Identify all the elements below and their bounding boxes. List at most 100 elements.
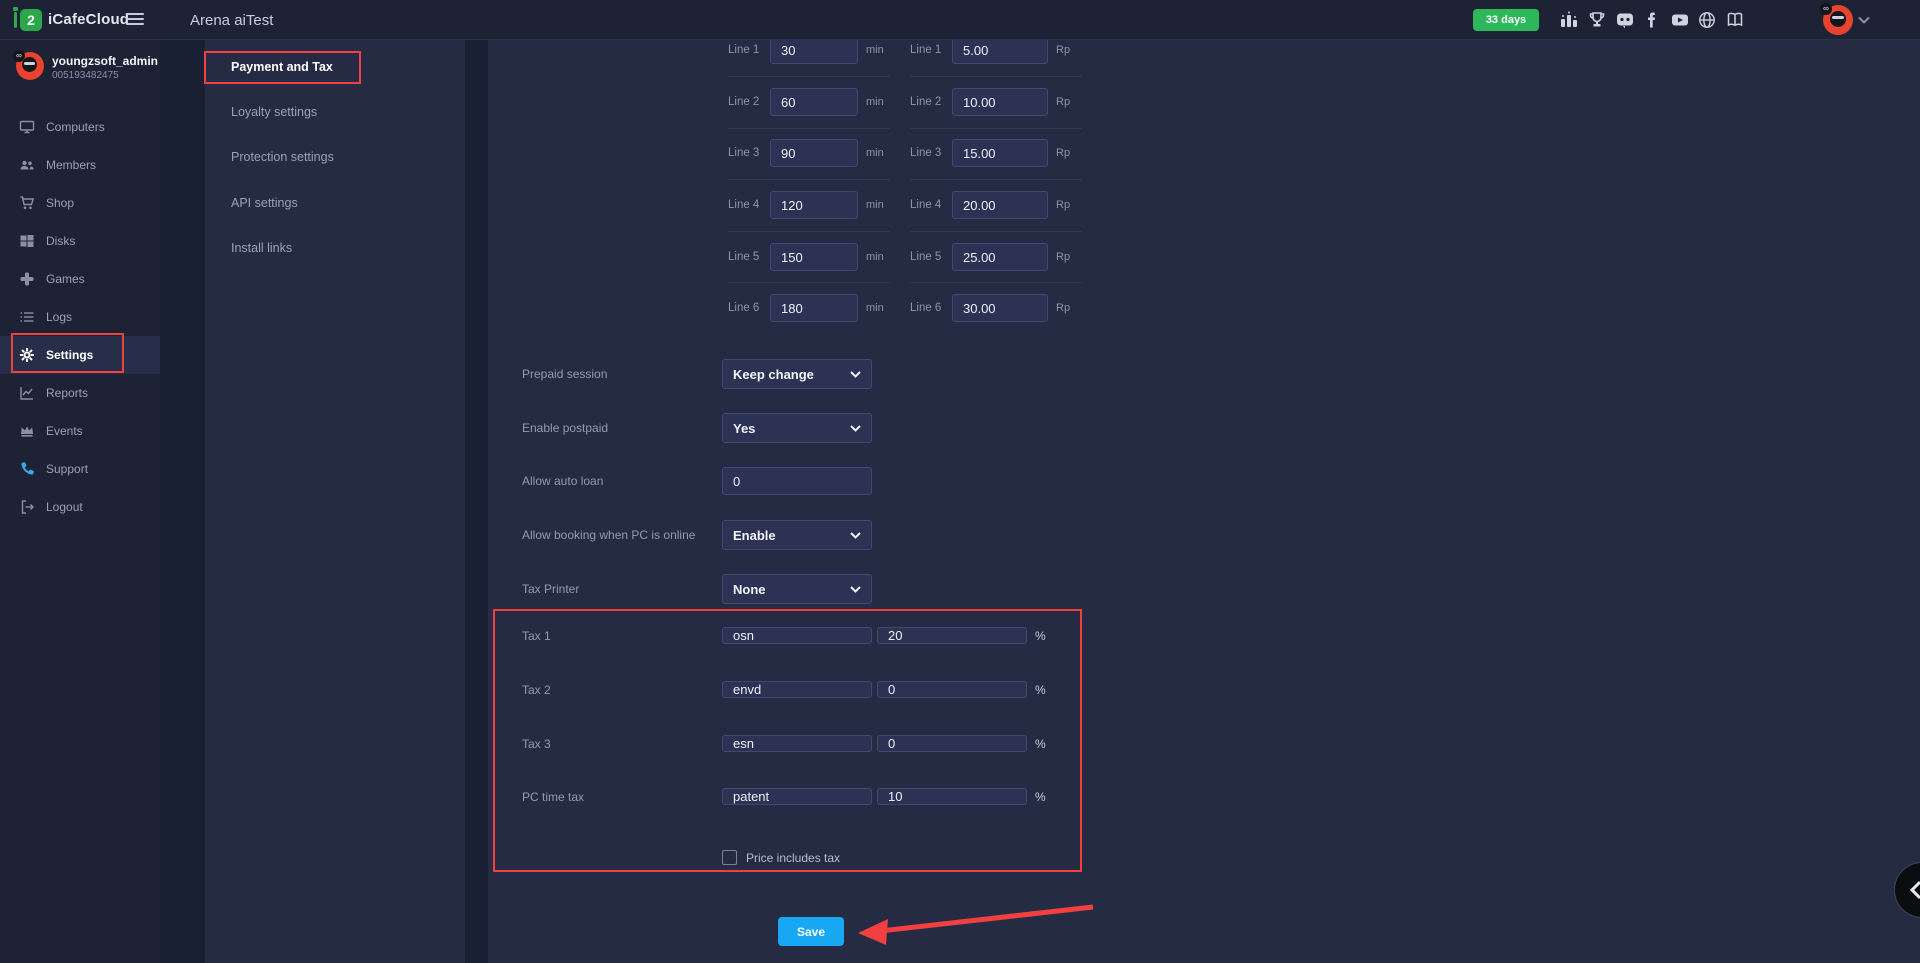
sidebar-item-logout[interactable]: Logout xyxy=(0,492,160,522)
sidebar-item-label: Games xyxy=(46,272,85,286)
unit-label: min xyxy=(866,199,884,211)
minute-line-row: Line 1 min xyxy=(728,36,898,64)
selected-value: Enable xyxy=(733,528,776,543)
cafe-title: Arena aiTest xyxy=(190,12,273,29)
sidebar-item-settings[interactable]: Settings xyxy=(0,336,160,374)
app-logo-text: iCafeCloud xyxy=(48,11,129,28)
globe-icon[interactable] xyxy=(1697,10,1717,30)
prepaid-session-row: Prepaid session Keep change xyxy=(522,359,942,389)
tax-name-input[interactable] xyxy=(722,681,872,698)
facebook-icon[interactable] xyxy=(1642,10,1662,30)
user-id: 005193482475 xyxy=(52,70,119,81)
user-avatar[interactable]: ∞ xyxy=(1823,5,1853,35)
row-divider xyxy=(910,128,1082,129)
checkbox-label: Price includes tax xyxy=(746,851,840,865)
unit-label: min xyxy=(866,251,884,263)
tax-rate-input[interactable] xyxy=(877,627,1027,644)
tax-name-input[interactable] xyxy=(722,627,872,644)
sidebar-item-members[interactable]: Members xyxy=(0,150,160,180)
price-line-input[interactable] xyxy=(952,36,1048,64)
logout-icon xyxy=(19,499,35,515)
docs-icon[interactable] xyxy=(1725,10,1745,30)
price-line-input[interactable] xyxy=(952,294,1048,322)
chevron-left-icon xyxy=(1909,880,1920,900)
sidebar-item-games[interactable]: Games xyxy=(0,264,160,294)
sidebar-item-label: Disks xyxy=(46,234,75,248)
price-includes-tax-checkbox[interactable] xyxy=(722,850,737,865)
unit-label: Rp xyxy=(1056,44,1070,56)
unit-label: Rp xyxy=(1056,302,1070,314)
line-chart-icon xyxy=(19,385,35,401)
minute-line-input[interactable] xyxy=(770,36,858,64)
logo-icon xyxy=(14,12,17,28)
row-divider xyxy=(910,76,1082,77)
field-label: PC time tax xyxy=(522,790,722,804)
nav-item-install-links[interactable]: Install links xyxy=(205,233,465,263)
minute-line-input[interactable] xyxy=(770,139,858,167)
phone-icon xyxy=(19,461,35,477)
sidebar-item-shop[interactable]: Shop xyxy=(0,188,160,218)
chevron-down-icon xyxy=(850,586,861,593)
percent-label: % xyxy=(1035,629,1046,643)
minute-line-input[interactable] xyxy=(770,294,858,322)
discord-icon[interactable] xyxy=(1615,10,1635,30)
sidebar-item-reports[interactable]: Reports xyxy=(0,378,160,408)
tax-printer-select[interactable]: None xyxy=(722,574,872,604)
allow-auto-loan-input[interactable] xyxy=(722,467,872,495)
windows-icon xyxy=(19,233,35,249)
minute-line-input[interactable] xyxy=(770,191,858,219)
hamburger-menu-icon[interactable] xyxy=(126,13,144,27)
tax-rate-input[interactable] xyxy=(877,788,1027,805)
field-label: Allow auto loan xyxy=(522,474,722,488)
price-line-input[interactable] xyxy=(952,191,1048,219)
trophy-icon[interactable] xyxy=(1587,10,1607,30)
prepaid-session-select[interactable]: Keep change xyxy=(722,359,872,389)
logo-icon-dot xyxy=(13,7,18,11)
field-label: Tax Printer xyxy=(522,582,722,596)
sidebar-item-support[interactable]: Support xyxy=(0,454,160,484)
list-icon xyxy=(19,309,35,325)
subscription-days-badge[interactable]: 33 days xyxy=(1473,9,1539,31)
youtube-icon[interactable] xyxy=(1670,10,1690,30)
avatar-mini-badge: ∞ xyxy=(13,50,25,62)
allow-booking-select[interactable]: Enable xyxy=(722,520,872,550)
sidebar-item-label: Events xyxy=(46,424,83,438)
save-button[interactable]: Save xyxy=(778,917,844,946)
price-line-input[interactable] xyxy=(952,88,1048,116)
sidebar-item-logs[interactable]: Logs xyxy=(0,302,160,332)
row-divider xyxy=(728,231,890,232)
price-line-row: Line 1 Rp xyxy=(910,36,1090,64)
nav-item-loyalty-settings[interactable]: Loyalty settings xyxy=(205,97,465,127)
sidebar-item-label: Support xyxy=(46,462,88,476)
line-label: Line 2 xyxy=(910,96,952,108)
price-line-input[interactable] xyxy=(952,139,1048,167)
nav-item-payment-and-tax[interactable]: Payment and Tax xyxy=(205,52,465,82)
tax-rate-input[interactable] xyxy=(877,735,1027,752)
cart-icon xyxy=(19,195,35,211)
selected-value: None xyxy=(733,582,766,597)
chevron-down-icon xyxy=(850,371,861,378)
main-sidebar: ∞ youngzsoft_admin 005193482475 Computer… xyxy=(0,40,160,963)
enable-postpaid-select[interactable]: Yes xyxy=(722,413,872,443)
icafecloud-settings-page: { "topbar": { "logo": { "badge": "2", "t… xyxy=(0,0,1920,963)
nav-item-api-settings[interactable]: API settings xyxy=(205,188,465,218)
minute-line-input[interactable] xyxy=(770,88,858,116)
row-divider xyxy=(910,179,1082,180)
minute-line-input[interactable] xyxy=(770,243,858,271)
sidebar-item-label: Logs xyxy=(46,310,72,324)
chevron-down-icon[interactable] xyxy=(1858,16,1870,24)
field-label: Allow booking when PC is online xyxy=(522,528,722,542)
tax-printer-row: Tax Printer None xyxy=(522,574,942,604)
tax-name-input[interactable] xyxy=(722,735,872,752)
ranking-icon[interactable] xyxy=(1559,10,1579,30)
sidebar-item-disks[interactable]: Disks xyxy=(0,226,160,256)
price-line-input[interactable] xyxy=(952,243,1048,271)
nav-item-protection-settings[interactable]: Protection settings xyxy=(205,142,465,172)
price-includes-tax-row: Price includes tax xyxy=(722,850,840,865)
tax-rate-input[interactable] xyxy=(877,681,1027,698)
percent-label: % xyxy=(1035,683,1046,697)
sidebar-item-events[interactable]: Events xyxy=(0,416,160,446)
sidebar-user-avatar[interactable]: ∞ xyxy=(16,52,44,80)
sidebar-item-computers[interactable]: Computers xyxy=(0,112,160,142)
tax-name-input[interactable] xyxy=(722,788,872,805)
